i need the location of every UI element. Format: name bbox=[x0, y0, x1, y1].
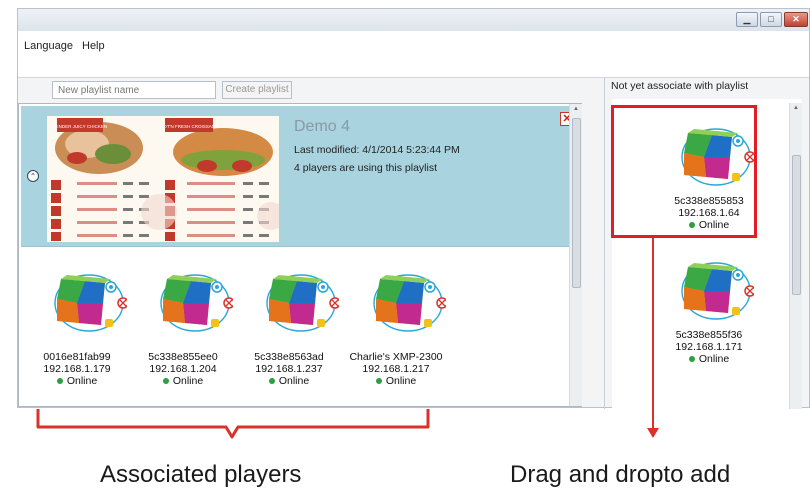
new-playlist-name-input[interactable]: New playlist name bbox=[52, 81, 216, 99]
player-status: Online bbox=[27, 375, 127, 387]
player-status-text: Online bbox=[698, 353, 730, 365]
player-logo-icon bbox=[654, 257, 756, 325]
unassociated-scrollbar[interactable]: ▲ bbox=[789, 103, 802, 409]
playlist-title: Demo 4 bbox=[294, 118, 351, 135]
caption-associated-players: Associated players bbox=[100, 461, 302, 488]
online-dot-icon bbox=[375, 378, 382, 385]
create-playlist-button[interactable]: Create playlist bbox=[222, 81, 292, 99]
close-window-button[interactable]: ✕ bbox=[784, 12, 808, 27]
playlist-toolbar: New playlist name Create playlist bbox=[18, 77, 603, 103]
player-ip: 192.168.1.204 bbox=[149, 363, 217, 375]
player-name: 5c338e855ee0 bbox=[148, 351, 218, 363]
player-ip: 192.168.1.237 bbox=[255, 363, 323, 375]
player-status: Online bbox=[239, 375, 339, 387]
player-logo-graphic bbox=[681, 262, 756, 320]
player-logo-graphic bbox=[373, 274, 448, 332]
unassociated-header: Not yet associate with playlist bbox=[611, 80, 749, 92]
player-name: 0016e81fab99 bbox=[43, 351, 111, 363]
drag-source-highlight bbox=[611, 105, 757, 238]
player-name: Charlie's XMP-2300 bbox=[349, 351, 443, 363]
menu-bar: Language Help bbox=[18, 31, 809, 78]
online-dot-icon bbox=[56, 378, 63, 385]
playlist-scroll-thumb[interactable] bbox=[572, 118, 581, 288]
playlist-pane: ⌃ TENDER JUICY CHICKEN HOT'N FRESH CROIS… bbox=[18, 103, 582, 407]
playlist-scrollbar[interactable]: ▲ bbox=[569, 104, 582, 406]
player-logo-graphic bbox=[160, 274, 235, 332]
player-card[interactable]: 0016e81fab99 192.168.1.179 Online bbox=[27, 269, 129, 399]
player-status-text: Online bbox=[278, 375, 310, 387]
player-card[interactable]: 5c338e8563ad 192.168.1.237 Online bbox=[239, 269, 341, 399]
unassociated-player-card[interactable]: 5c338e855f36 192.168.1.171 Online bbox=[654, 257, 764, 387]
player-status-text: Online bbox=[385, 375, 417, 387]
caption-drag-and-drop: Drag and dropto add bbox=[510, 461, 731, 488]
online-dot-icon bbox=[162, 378, 169, 385]
menu-language[interactable]: Language bbox=[24, 40, 73, 52]
player-logo-icon bbox=[27, 269, 129, 337]
maximize-icon: □ bbox=[768, 14, 774, 24]
player-name: 5c338e855f36 bbox=[675, 329, 743, 341]
right-banner-text: HOT'N FRESH CROISSANT bbox=[160, 124, 218, 129]
maximize-button[interactable]: □ bbox=[760, 12, 782, 27]
player-ip: 192.168.1.179 bbox=[43, 363, 111, 375]
minimize-button[interactable]: ▁ bbox=[736, 12, 758, 27]
drag-arrow-line bbox=[652, 238, 654, 430]
menu-board-image: TENDER JUICY CHICKEN HOT'N FRESH CROISSA… bbox=[47, 116, 279, 242]
online-dot-icon bbox=[688, 356, 695, 363]
collapse-toggle-icon[interactable]: ⌃ bbox=[27, 170, 39, 182]
playlist-usage: 4 players are using this playlist bbox=[294, 162, 437, 174]
close-icon: ✕ bbox=[792, 14, 800, 24]
player-name: 5c338e8563ad bbox=[254, 351, 324, 363]
player-status: Online bbox=[133, 375, 233, 387]
left-banner-text: TENDER JUICY CHICKEN bbox=[53, 124, 107, 129]
unassociated-scroll-thumb[interactable] bbox=[792, 155, 801, 295]
player-card[interactable]: 5c338e855ee0 192.168.1.204 Online bbox=[133, 269, 235, 399]
player-ip: 192.168.1.217 bbox=[362, 363, 430, 375]
playlist-thumbnail: TENDER JUICY CHICKEN HOT'N FRESH CROISSA… bbox=[47, 116, 279, 242]
player-status-text: Online bbox=[66, 375, 98, 387]
player-logo-graphic bbox=[266, 274, 341, 332]
online-dot-icon bbox=[268, 378, 275, 385]
playlist-last-modified: Last modified: 4/1/2014 5:23:44 PM bbox=[294, 144, 460, 156]
player-logo-icon bbox=[346, 269, 448, 337]
player-logo-icon bbox=[239, 269, 341, 337]
player-status: Online bbox=[654, 353, 764, 365]
scroll-up-icon[interactable]: ▲ bbox=[570, 106, 582, 112]
minimize-icon: ▁ bbox=[743, 14, 751, 24]
player-ip: 192.168.1.171 bbox=[675, 341, 743, 353]
associated-brace bbox=[36, 409, 430, 439]
title-bar: ▁ □ ✕ bbox=[18, 9, 809, 31]
playlist-card[interactable]: ⌃ TENDER JUICY CHICKEN HOT'N FRESH CROIS… bbox=[21, 106, 574, 247]
player-logo-icon bbox=[133, 269, 235, 337]
drag-arrow-head-icon bbox=[647, 428, 659, 438]
player-status-text: Online bbox=[172, 375, 204, 387]
associated-players-list: 0016e81fab99 192.168.1.179 Online 5c338e… bbox=[21, 247, 569, 405]
player-status: Online bbox=[346, 375, 446, 387]
pane-divider[interactable] bbox=[604, 77, 605, 409]
scroll-up-icon[interactable]: ▲ bbox=[790, 105, 802, 111]
player-logo-graphic bbox=[54, 274, 129, 332]
player-card[interactable]: Charlie's XMP-2300 192.168.1.217 Online bbox=[346, 269, 448, 399]
menu-help[interactable]: Help bbox=[82, 40, 105, 52]
